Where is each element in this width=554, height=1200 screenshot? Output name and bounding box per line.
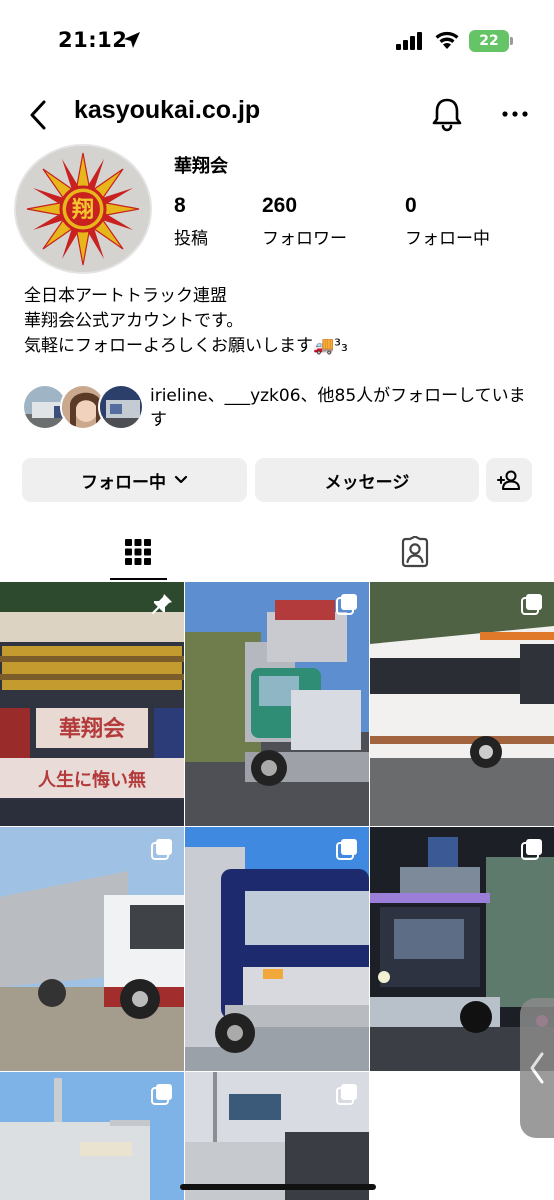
back-chevron-icon[interactable]	[26, 98, 52, 132]
carousel-icon	[336, 594, 357, 615]
post-image	[185, 582, 369, 826]
following-count-label: フォロー中	[405, 229, 490, 249]
header-username: kasyoukai.co.jp	[74, 96, 261, 124]
tab-posts-grid[interactable]	[108, 526, 168, 578]
grid-icon	[125, 539, 151, 565]
profile-bio: 全日本アートトラック連盟 華翔会公式アカウントです。 気軽にフォローよろしくお願…	[24, 284, 348, 359]
wifi-icon	[435, 31, 459, 49]
post-thumbnail[interactable]	[0, 1072, 184, 1200]
battery-indicator: 22	[469, 30, 513, 52]
profile-header: kasyoukai.co.jp	[0, 88, 554, 140]
status-bar: 21:12 22	[0, 0, 554, 84]
post-image: 華翔会 人生に悔い無	[0, 582, 184, 826]
post-thumbnail[interactable]	[0, 827, 184, 1071]
post-image	[185, 827, 369, 1071]
suggested-users-button[interactable]	[486, 458, 532, 502]
chevron-down-icon	[174, 475, 188, 484]
avatar-glyph: 翔	[71, 197, 94, 223]
bio-line: 華翔会公式アカウントです。	[24, 311, 244, 331]
posts-count-label: 投稿	[174, 229, 208, 249]
followers-count-value: 260	[262, 194, 298, 217]
side-panel-handle[interactable]	[520, 998, 554, 1138]
status-time: 21:12	[58, 28, 128, 52]
profile-avatar[interactable]: 翔	[14, 144, 152, 274]
location-arrow-icon	[124, 32, 140, 48]
more-options-icon[interactable]	[500, 102, 530, 126]
message-button-label: メッセージ	[324, 472, 410, 493]
carousel-icon	[336, 839, 357, 860]
following-button[interactable]: フォロー中	[22, 458, 247, 502]
followers-count-label: フォロワー	[262, 229, 347, 249]
post-image	[0, 827, 184, 1071]
bio-line: 全日本アートトラック連盟	[24, 286, 227, 306]
profile-display-name: 華翔会	[174, 156, 228, 177]
pin-icon	[151, 594, 172, 615]
active-tab-indicator	[110, 578, 167, 580]
carousel-icon	[521, 594, 542, 615]
carousel-icon	[151, 839, 172, 860]
following-button-label: フォロー中	[81, 472, 166, 493]
post-thumbnail[interactable]	[185, 827, 369, 1071]
following-count[interactable]: 0 フォロー中	[405, 194, 490, 249]
posts-count-value: 8	[174, 194, 186, 217]
posts-grid: 華翔会 人生に悔い無	[0, 582, 554, 1200]
notification-bell-icon[interactable]	[430, 96, 464, 132]
post-sign-text: 華翔会	[59, 716, 125, 742]
cellular-signal-icon	[396, 32, 422, 50]
message-button[interactable]: メッセージ	[255, 458, 479, 502]
home-indicator[interactable]	[180, 1184, 376, 1190]
following-count-value: 0	[405, 194, 417, 217]
mutual-followers-text[interactable]: irieline、___yzk06、他85人がフォローしています	[150, 384, 540, 432]
post-thumbnail[interactable]	[185, 582, 369, 826]
tab-tagged[interactable]	[385, 526, 445, 578]
followers-count[interactable]: 260 フォロワー	[262, 194, 347, 249]
carousel-icon	[521, 839, 542, 860]
carousel-icon	[151, 1084, 172, 1105]
tagged-person-icon	[401, 536, 429, 568]
post-thumbnail[interactable]	[185, 1072, 369, 1200]
carousel-icon	[336, 1084, 357, 1105]
posts-count[interactable]: 8 投稿	[174, 194, 208, 249]
post-image	[370, 582, 554, 826]
post-thumbnail[interactable]	[370, 582, 554, 826]
mutual-followers-avatars[interactable]	[22, 384, 144, 432]
post-sign-text: 人生に悔い無	[38, 769, 146, 791]
sunburst-logo: 翔	[16, 146, 150, 272]
bio-line: 気軽にフォローよろしくお願いします🚚³₃	[24, 336, 348, 356]
post-thumbnail[interactable]: 華翔会 人生に悔い無	[0, 582, 184, 826]
mutual-avatar	[98, 384, 144, 430]
chevron-left-icon	[530, 1052, 544, 1084]
add-person-icon	[497, 470, 520, 490]
